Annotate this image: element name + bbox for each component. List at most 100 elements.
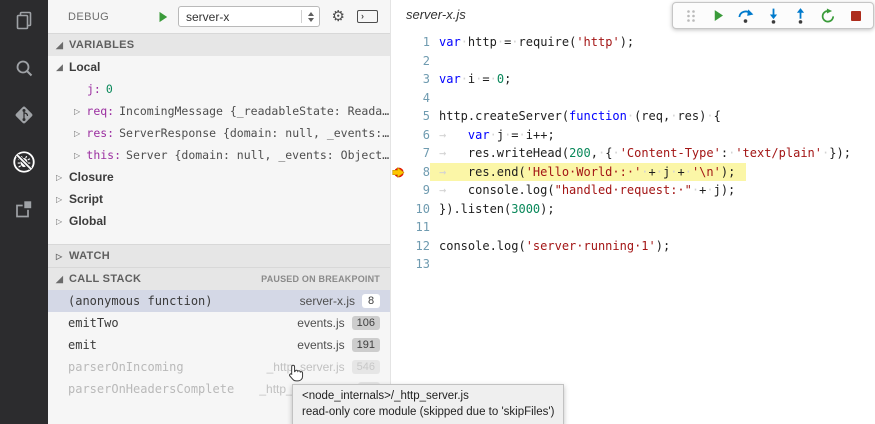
variable-name: this:: [86, 148, 121, 162]
code-line[interactable]: 9→ console.log("handled·request:·"·+·j);: [391, 181, 875, 200]
step-into-button[interactable]: [765, 7, 782, 24]
breakpoint-gutter[interactable]: [391, 181, 406, 200]
variable-scope-row[interactable]: ▷Closure: [48, 166, 390, 188]
line-number: 11: [406, 218, 430, 237]
tooltip-detail: read-only core module (skipped due to 's…: [302, 404, 554, 420]
explorer-icon: [12, 9, 36, 38]
call-stack-frame[interactable]: emitTwoevents.js106: [48, 312, 390, 334]
chevron-expanded-icon: ◢: [56, 274, 69, 285]
line-number: 7: [406, 144, 430, 163]
call-stack-frame[interactable]: parserOnIncoming_http_server.js546: [48, 356, 390, 378]
activity-bar-item-source-control[interactable]: [0, 94, 48, 141]
line-content: }).listen(3000);: [430, 200, 746, 219]
frame-line-badge: 8: [362, 294, 380, 308]
breakpoint-gutter[interactable]: [391, 89, 406, 108]
code-line[interactable]: 8→ res.end('Hello·World·:·'·+·j·+·'\n');: [391, 163, 875, 182]
variable-row[interactable]: ▷this:Server {domain: null, _events: Obj…: [48, 144, 390, 166]
breakpoint-gutter[interactable]: [391, 218, 406, 237]
extensions-icon: [12, 197, 36, 226]
line-number: 9: [406, 181, 430, 200]
variable-name: res:: [86, 126, 114, 140]
code-line[interactable]: 5http.createServer(function·(req,·res)·{: [391, 107, 875, 126]
editor-tab-title[interactable]: server-x.js: [406, 7, 466, 22]
call-stack-frame[interactable]: (anonymous function)server-x.js8: [48, 290, 390, 312]
scope-label: Closure: [69, 170, 114, 184]
variable-value: 0: [106, 82, 113, 96]
breakpoint-gutter[interactable]: [391, 126, 406, 145]
breakpoint-gutter[interactable]: [391, 237, 406, 256]
debug-icon: [11, 149, 37, 180]
code-line[interactable]: 12console.log('server·running·1');: [391, 237, 875, 256]
gear-icon[interactable]: ⚙: [332, 9, 345, 24]
debug-toolbar: [672, 2, 874, 29]
breakpoint-gutter[interactable]: [391, 70, 406, 89]
code-line[interactable]: 11: [391, 218, 875, 237]
chevron-collapsed-icon: ▷: [74, 151, 86, 160]
line-content: var·http·=·require('http');: [430, 33, 746, 52]
code-area[interactable]: 1var·http·=·require('http');23var·i·=·0;…: [391, 33, 875, 274]
variable-scope-row[interactable]: ▷Global: [48, 210, 390, 232]
watch-section-title: WATCH: [69, 250, 110, 262]
variable-scope-row[interactable]: ◢Local: [48, 56, 390, 78]
chevron-collapsed-icon: ▷: [56, 252, 69, 261]
activity-bar-item-debug[interactable]: [0, 141, 48, 188]
variables-list: ◢Localj:0▷req:IncomingMessage {_readable…: [48, 56, 390, 232]
chevron-collapsed-icon: ▷: [74, 129, 86, 138]
code-line[interactable]: 1var·http·=·require('http');: [391, 33, 875, 52]
code-line[interactable]: 7→ res.writeHead(200,·{·'Content-Type':·…: [391, 144, 875, 163]
start-debug-button[interactable]: [156, 9, 172, 25]
sidebar-spacer: [48, 232, 390, 244]
variable-row[interactable]: ▷res:ServerResponse {domain: null, _even…: [48, 122, 390, 144]
line-content: console.log('server·running·1');: [430, 237, 746, 256]
code-line[interactable]: 3var·i·=·0;: [391, 70, 875, 89]
chevron-collapsed-icon: ▷: [56, 195, 69, 204]
frame-line-badge: 546: [352, 360, 380, 374]
step-out-button[interactable]: [792, 7, 809, 24]
search-icon: [12, 56, 36, 85]
variable-row[interactable]: ▷req:IncomingMessage {_readableState: Re…: [48, 100, 390, 122]
call-stack-frame[interactable]: emitevents.js191: [48, 334, 390, 356]
breakpoint-gutter[interactable]: [391, 52, 406, 71]
breakpoint-gutter[interactable]: [391, 200, 406, 219]
editor: server-x.js 1var·http·=·require('http');…: [390, 0, 875, 424]
variable-scope-row[interactable]: ▷Script: [48, 188, 390, 210]
breakpoint-gutter[interactable]: [391, 144, 406, 163]
restart-button[interactable]: [820, 7, 837, 24]
frame-file-name: events.js: [297, 316, 344, 330]
breakpoint-gutter[interactable]: [391, 255, 406, 274]
chevron-expanded-icon: ◢: [56, 62, 69, 73]
code-line[interactable]: 6→ var·j·=·i++;: [391, 126, 875, 145]
line-number: 6: [406, 126, 430, 145]
line-content: → var·j·=·i++;: [430, 126, 746, 145]
launch-config-select[interactable]: server-x: [178, 6, 320, 27]
activity-bar-item-search[interactable]: [0, 47, 48, 94]
code-line[interactable]: 10}).listen(3000);: [391, 200, 875, 219]
watch-section-header[interactable]: ▷ WATCH: [48, 244, 390, 267]
tooltip-path: <node_internals>/_http_server.js: [302, 388, 554, 404]
line-number: 12: [406, 237, 430, 256]
breakpoint-current-statement-icon[interactable]: [391, 163, 406, 182]
frame-function-name: (anonymous function): [68, 294, 213, 308]
variables-section-header[interactable]: ◢ VARIABLES: [48, 33, 390, 56]
code-line[interactable]: 4: [391, 89, 875, 108]
breakpoint-gutter[interactable]: [391, 107, 406, 126]
scope-label: Script: [69, 192, 103, 206]
activity-bar: [0, 0, 48, 424]
sidebar-title: DEBUG: [68, 11, 156, 23]
breakpoint-gutter[interactable]: [391, 33, 406, 52]
frame-function-name: emit: [68, 338, 97, 352]
call-stack-section-title: CALL STACK: [69, 273, 141, 285]
continue-button[interactable]: [710, 7, 727, 24]
code-line[interactable]: 2: [391, 52, 875, 71]
code-line[interactable]: 13: [391, 255, 875, 274]
stop-button[interactable]: [847, 7, 864, 24]
activity-bar-item-explorer[interactable]: [0, 0, 48, 47]
debug-console-icon[interactable]: ›: [357, 10, 378, 23]
step-over-button[interactable]: [737, 7, 754, 24]
drag-handle[interactable]: [682, 7, 699, 24]
call-stack-section-header[interactable]: ◢ CALL STACK PAUSED ON BREAKPOINT: [48, 267, 390, 290]
variable-row[interactable]: j:0: [48, 78, 390, 100]
frame-file-name: _http_server.js: [267, 360, 345, 374]
variable-value: IncomingMessage {_readableState: Readabl…: [119, 104, 390, 118]
activity-bar-item-extensions[interactable]: [0, 188, 48, 235]
